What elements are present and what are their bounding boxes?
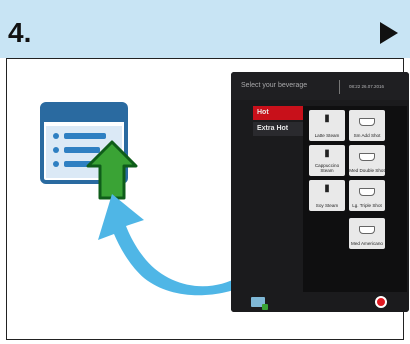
cup-icon: [359, 188, 375, 196]
machine-screen: Select your beverage 08:22 26.07.2016 Ho…: [231, 72, 409, 312]
step-number: 4.: [8, 17, 32, 48]
beverage-button-soy-steam[interactable]: ▮ Soy Steam: [309, 180, 345, 211]
screen-datetime: 08:22 26.07.2016: [349, 84, 385, 89]
header-divider: [339, 80, 340, 94]
pitcher-icon: ▮: [324, 148, 330, 159]
beverage-button-sm-add-shot[interactable]: Sm Add Shot: [349, 110, 385, 141]
category-extra-hot[interactable]: Extra Hot: [253, 122, 309, 136]
beverage-label: Sm Add Shot: [353, 133, 381, 138]
beverage-label: Latte Steam: [314, 133, 340, 138]
step-header: 4.: [0, 0, 410, 58]
upload-recipe-icon: [40, 102, 138, 200]
beverage-label: Soy Steam: [315, 203, 339, 208]
beverage-label: Lg. Triple Shot: [352, 203, 382, 208]
beverage-label: Cappuccino Steam: [314, 163, 340, 173]
cup-icon: [359, 118, 375, 126]
category-hot[interactable]: Hot: [253, 106, 309, 120]
beverage-button-med-double-shot[interactable]: Med Double Shot: [349, 145, 385, 176]
next-step-arrow-icon[interactable]: [380, 22, 398, 44]
screen-header: Select your beverage 08:22 26.07.2016: [231, 72, 409, 100]
beverage-panel: ▮ Latte Steam Sm Add Shot ▮ Cappuccino S…: [303, 106, 407, 296]
cup-icon: [359, 153, 375, 161]
beverage-button-latte-steam[interactable]: ▮ Latte Steam: [309, 110, 345, 141]
screen-title: Select your beverage: [241, 82, 308, 89]
pitcher-icon: ▮: [324, 113, 330, 124]
beverage-button-med-americano[interactable]: Med Americano: [349, 218, 385, 249]
screen-footer: [231, 292, 409, 312]
beverage-label: Med Double Shot: [349, 168, 385, 173]
stop-button[interactable]: [375, 296, 387, 308]
beverage-label: Med Americano: [351, 241, 383, 246]
upload-recipe-icon[interactable]: [251, 297, 268, 310]
beverage-button-cappuccino-steam[interactable]: ▮ Cappuccino Steam: [309, 145, 345, 176]
cup-icon: [359, 226, 375, 234]
pitcher-icon: ▮: [324, 183, 330, 194]
curved-arrow-icon: [98, 194, 250, 296]
beverage-button-lg-triple-shot[interactable]: Lg. Triple Shot: [349, 180, 385, 211]
